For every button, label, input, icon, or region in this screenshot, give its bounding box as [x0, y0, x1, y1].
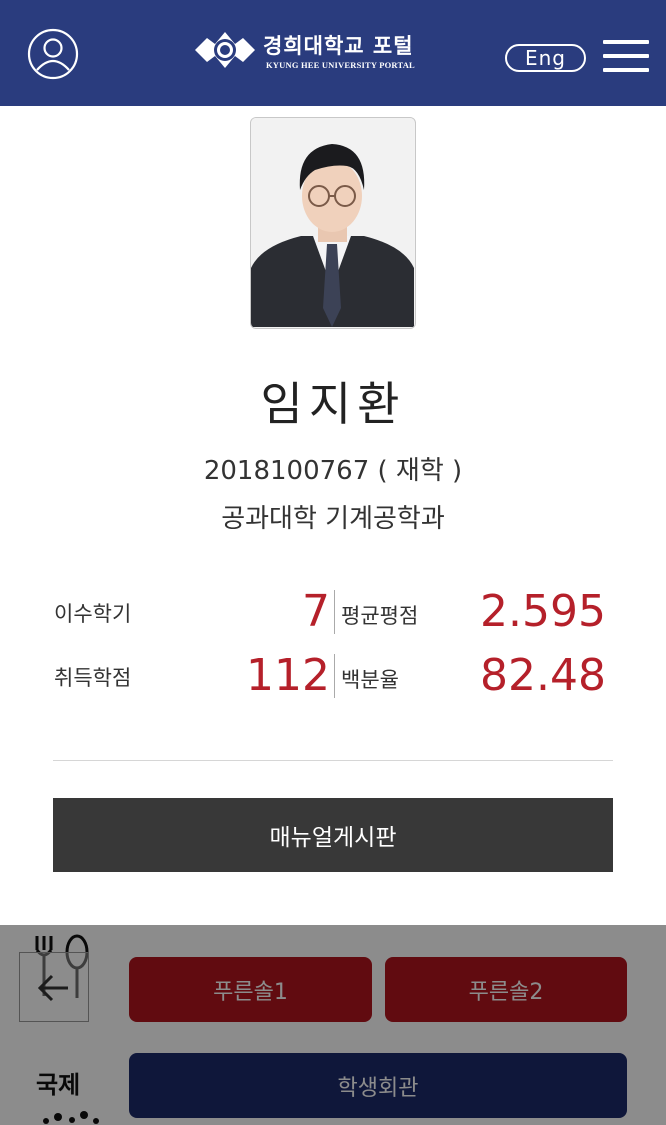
- stat-label-credits: 취득학점: [54, 666, 132, 690]
- stat-label-semesters: 이수학기: [54, 602, 132, 626]
- user-circle-icon: [27, 28, 79, 80]
- student-profile-panel: 임지환 2018100767 ( 재학 ) 공과대학 기계공학과 이수학기 7 …: [0, 106, 666, 925]
- stat-value-credits: 112: [246, 650, 330, 701]
- language-toggle-button[interactable]: Eng: [505, 44, 586, 72]
- stat-separator: [334, 590, 335, 634]
- logo-title: 경희대학교 포털: [263, 34, 414, 58]
- university-logo[interactable]: 경희대학교 포털 KYUNG HEE UNIVERSITY PORTAL: [193, 26, 443, 74]
- stat-value-percentile: 82.48: [480, 650, 606, 701]
- student-department: 공과대학 기계공학과: [221, 504, 445, 534]
- student-name: 임지환: [260, 377, 406, 431]
- stat-separator: [334, 654, 335, 698]
- stat-label-gpa: 평균평점: [341, 604, 419, 628]
- student-id-status: 2018100767 ( 재학 ): [203, 456, 463, 486]
- student-photo: [250, 117, 416, 329]
- stat-value-semesters: 7: [302, 586, 330, 637]
- logo-subtitle: KYUNG HEE UNIVERSITY PORTAL: [266, 60, 415, 70]
- manual-board-button[interactable]: 매뉴얼게시판: [53, 798, 613, 872]
- stat-value-gpa: 2.595: [480, 586, 606, 637]
- portal-header: 경희대학교 포털 KYUNG HEE UNIVERSITY PORTAL Eng: [0, 0, 666, 106]
- university-emblem-icon: [195, 32, 255, 68]
- profile-button[interactable]: [27, 28, 79, 80]
- hamburger-menu-icon[interactable]: [603, 40, 649, 72]
- student-portrait-image: [251, 118, 414, 327]
- section-divider: [53, 760, 613, 761]
- stat-label-percentile: 백분율: [341, 668, 399, 692]
